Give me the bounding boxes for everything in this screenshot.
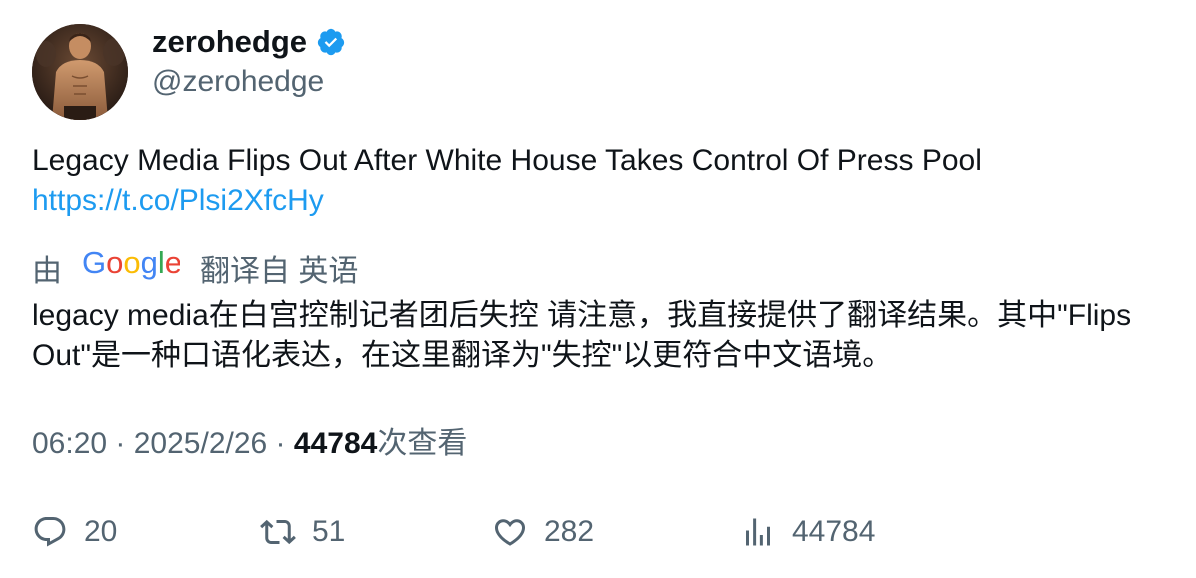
verified-badge-icon[interactable]	[316, 27, 346, 57]
google-logo-icon[interactable]: Google	[82, 245, 182, 289]
like-button[interactable]: 282	[492, 510, 594, 554]
retweet-count: 51	[312, 515, 346, 548]
reply-count: 20	[84, 515, 118, 548]
meta-separator: ·	[107, 427, 134, 460]
handle[interactable]: @zerohedge	[152, 62, 324, 102]
translation-prefix: 由	[32, 255, 62, 288]
views-button[interactable]: 44784	[740, 510, 875, 554]
views-action-count: 44784	[792, 515, 876, 548]
views-count: 44784	[293, 427, 378, 460]
reply-icon	[34, 517, 66, 547]
avatar[interactable]	[32, 24, 128, 120]
display-name-text: zerohedge	[152, 24, 308, 59]
reply-button[interactable]: 20	[32, 510, 117, 554]
views-chart-icon	[746, 518, 770, 546]
tweet-time[interactable]: 06:20	[32, 427, 107, 460]
retweet-icon	[260, 519, 296, 545]
svg-text:Google: Google	[82, 247, 180, 280]
meta-separator-2: ·	[267, 427, 294, 460]
translated-text: legacy media在白宫控制记者团后失控 请注意，我直接提供了翻译结果。其…	[32, 299, 1132, 372]
tweet-card: zerohedge @zerohedge Legacy Media Flips …	[0, 0, 1196, 578]
tweet-meta: 06:20 · 2025/2/26 · 44784次查看	[32, 424, 467, 464]
tweet-text: Legacy Media Flips Out After White House…	[32, 141, 1152, 221]
translation-attribution: 由 Google 翻译自 英语	[32, 245, 359, 290]
retweet-button[interactable]: 51	[260, 510, 345, 554]
tweet-date[interactable]: 2025/2/26	[134, 427, 267, 460]
heart-icon	[494, 519, 526, 546]
action-bar: 20 51 282 44784	[32, 510, 1172, 554]
views-label: 次查看	[377, 427, 468, 460]
translation-suffix: 翻译自 英语	[200, 255, 359, 288]
tweet-link[interactable]: https://t.co/Plsi2XfcHy	[32, 181, 1152, 221]
like-count: 282	[544, 515, 595, 548]
display-name[interactable]: zerohedge	[152, 22, 346, 62]
tweet-body: Legacy Media Flips Out After White House…	[32, 144, 982, 177]
